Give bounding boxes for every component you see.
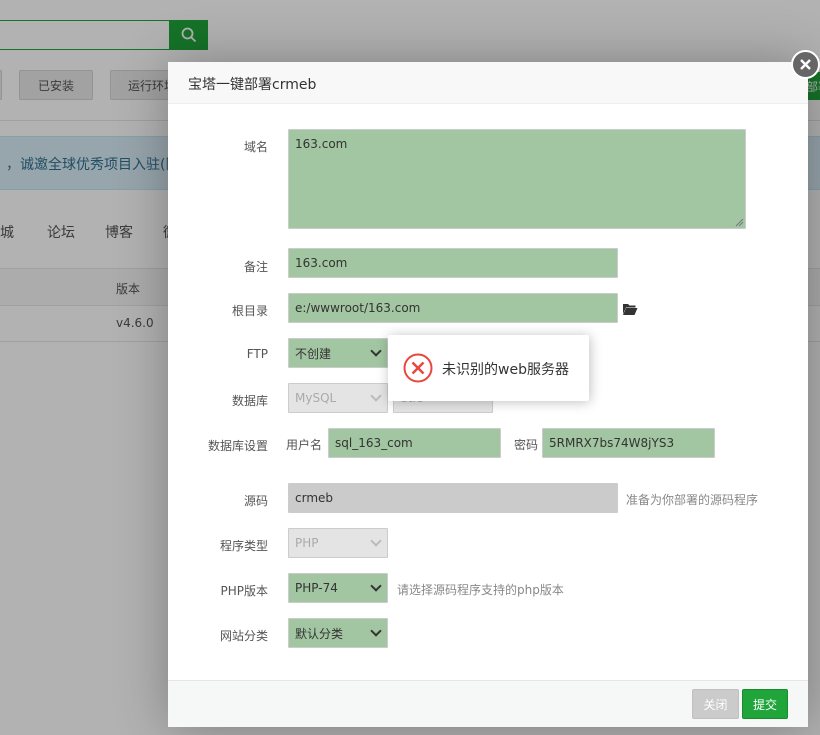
toast-message: 未识别的web服务器 [442,362,569,378]
program-type-value: PHP [295,536,319,550]
db-user-input[interactable]: sql_163_com [328,428,501,458]
remark-label: 备注 [243,260,268,274]
database-label: 数据库 [231,394,268,408]
close-button[interactable]: 关闭 [692,689,739,719]
database-type-value: MySQL [295,391,337,405]
category-value: 默认分类 [295,626,344,641]
root-dir-input[interactable]: e:/wwwroot/163.com [288,293,618,323]
error-circle-icon [403,353,433,383]
chevron-down-icon [370,625,382,637]
db-user-label: 用户名 [286,438,323,452]
domain-textarea[interactable]: 163.com [288,129,746,229]
remark-input[interactable]: 163.com [288,248,618,278]
database-type-select[interactable]: MySQL [288,383,388,413]
source-value: crmeb [295,491,334,505]
db-password-value: 5RMRX7bs74W8jYS3 [549,436,675,450]
domain-value: 163.com [295,137,348,151]
root-dir-label: 根目录 [231,304,268,318]
source-input[interactable]: crmeb [288,483,618,513]
ftp-select[interactable]: 不创建 [288,338,388,368]
folder-open-icon[interactable] [622,302,638,316]
ftp-value: 不创建 [295,346,332,361]
dialog-header: 宝塔一键部署crmeb [168,62,808,104]
category-label: 网站分类 [219,629,268,643]
dialog-title: 宝塔一键部署crmeb [188,77,317,93]
chevron-down-icon [370,390,382,402]
ftp-label: FTP [246,347,268,361]
db-password-label: 密码 [514,438,539,452]
domain-label: 域名 [243,140,268,154]
chevron-down-icon [370,580,382,592]
php-version-hint: 请选择源码程序支持的php版本 [397,583,564,597]
program-type-select[interactable]: PHP [288,528,388,558]
close-icon [800,59,811,70]
source-hint: 准备为你部署的源码程序 [626,493,759,507]
db-password-input[interactable]: 5RMRX7bs74W8jYS3 [542,428,715,458]
dialog-footer: 关闭 提交 [168,680,808,727]
error-toast: 未识别的web服务器 [388,335,589,401]
chevron-down-icon [370,535,382,547]
php-version-label: PHP版本 [220,584,269,598]
php-version-select[interactable]: PHP-74 [288,573,388,603]
submit-button[interactable]: 提交 [742,689,788,719]
db-user-value: sql_163_com [335,436,413,450]
dialog-close-button[interactable] [791,50,820,79]
chevron-down-icon [370,345,382,357]
db-settings-label: 数据库设置 [207,439,268,453]
remark-value: 163.com [295,256,348,270]
root-dir-value: e:/wwwroot/163.com [295,301,421,315]
program-type-label: 程序类型 [219,539,268,553]
category-select[interactable]: 默认分类 [288,618,388,648]
source-label: 源码 [243,494,268,508]
resize-handle-icon[interactable] [735,218,744,227]
php-version-value: PHP-74 [295,581,338,595]
